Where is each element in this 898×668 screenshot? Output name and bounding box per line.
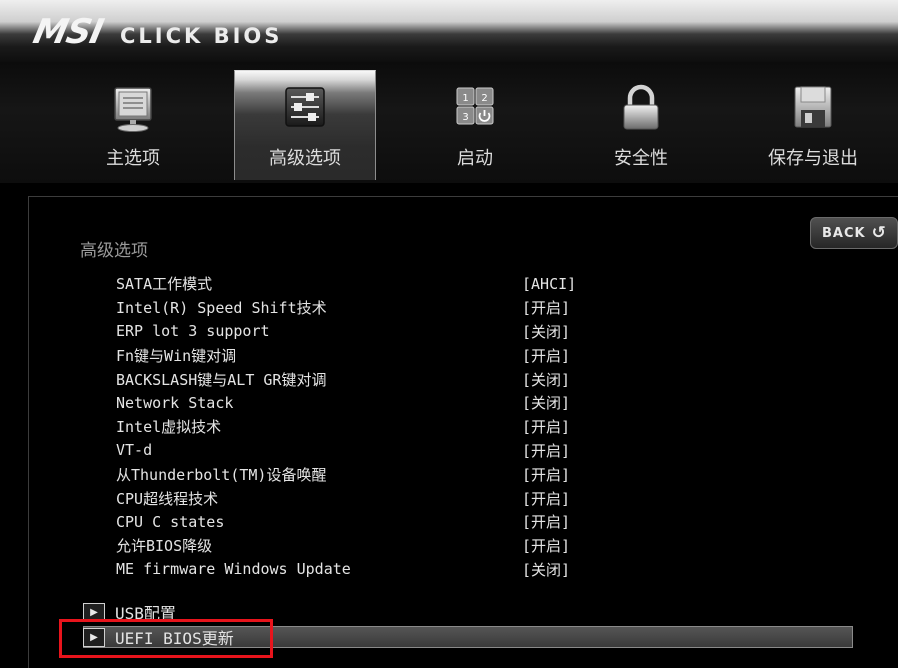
setting-name: CPU超线程技术 [116, 489, 219, 508]
setting-value: [开启] [522, 465, 571, 484]
setting-network-stack[interactable]: Network Stack [关闭] [116, 391, 596, 415]
submenu-arrow-icon: ▶ [83, 627, 105, 647]
setting-name: BACKSLASH键与ALT GR键对调 [116, 370, 327, 389]
svg-text:1: 1 [462, 93, 468, 104]
tab-save-exit-label: 保存与退出 [768, 148, 858, 169]
setting-name: ERP lot 3 support [116, 322, 270, 341]
setting-hyperthreading[interactable]: CPU超线程技术 [开启] [116, 486, 596, 510]
svg-text:2: 2 [481, 93, 487, 104]
setting-intel-virtualization[interactable]: Intel虚拟技术 [开启] [116, 415, 596, 439]
setting-erp-lot3[interactable]: ERP lot 3 support [关闭] [116, 320, 596, 344]
setting-value: [开启] [522, 513, 571, 532]
setting-value: [开启] [522, 489, 571, 508]
section-title: 高级选项 [80, 241, 148, 261]
tab-security-label: 安全性 [614, 148, 668, 169]
boot-keys-icon: 1 2 3 [456, 87, 494, 125]
setting-name: 从Thunderbolt(TM)设备唤醒 [116, 465, 327, 484]
back-button[interactable]: BACK ↺ [810, 217, 898, 249]
setting-name: VT-d [116, 441, 153, 460]
submenu-label: USB配置 [115, 604, 176, 623]
tab-main-label: 主选项 [106, 148, 160, 169]
tab-advanced[interactable]: 高级选项 [234, 70, 376, 180]
floppy-disk-icon [794, 86, 832, 128]
setting-name: Intel虚拟技术 [116, 418, 222, 437]
msi-logo: MSI CLICK BIOS [29, 12, 283, 52]
tab-boot-label: 启动 [457, 148, 493, 169]
product-name: CLICK BIOS [119, 24, 283, 48]
setting-value: [关闭] [522, 560, 571, 579]
setting-value: [开启] [522, 418, 571, 437]
tab-boot[interactable]: 1 2 3 启动 [404, 70, 546, 180]
setting-backslash-altgr-swap[interactable]: BACKSLASH键与ALT GR键对调 [关闭] [116, 367, 596, 391]
setting-name: Network Stack [116, 393, 234, 412]
tab-advanced-label: 高级选项 [269, 148, 341, 169]
submenu-arrow-icon: ▶ [83, 602, 105, 622]
setting-fn-win-swap[interactable]: Fn键与Win键对调 [开启] [116, 343, 596, 367]
back-button-label: BACK [822, 225, 866, 241]
setting-name: CPU C states [116, 512, 225, 531]
settings-sliders-icon [285, 87, 325, 127]
brand-logo-text: MSI [29, 12, 107, 52]
setting-value: [关闭] [522, 370, 571, 389]
setting-value: [关闭] [522, 394, 571, 413]
setting-name: 允许BIOS降级 [116, 537, 213, 556]
setting-thunderbolt-wake[interactable]: 从Thunderbolt(TM)设备唤醒 [开启] [116, 462, 596, 486]
setting-value: [关闭] [522, 322, 571, 341]
setting-value: [开启] [522, 441, 571, 460]
setting-value: [开启] [522, 299, 571, 318]
setting-value: [开启] [522, 346, 571, 365]
tab-security[interactable]: 安全性 [570, 70, 712, 180]
setting-name: ME firmware Windows Update [116, 560, 351, 579]
undo-arrow-icon: ↺ [871, 223, 887, 243]
monitor-icon [114, 87, 152, 132]
setting-me-firmware-update[interactable]: ME firmware Windows Update [关闭] [116, 558, 596, 582]
tab-main[interactable]: 主选项 [62, 70, 204, 180]
setting-name: SATA工作模式 [116, 275, 213, 294]
settings-list: SATA工作模式 [AHCI] Intel(R) Speed Shift技术 [开启… [116, 272, 596, 581]
setting-name: Intel(R) Speed Shift技术 [116, 299, 327, 318]
setting-bios-downgrade[interactable]: 允许BIOS降级 [开启] [116, 534, 596, 558]
main-tabs: 主选项 高级选项 1 2 3 启动 安全性 保存与退出 [0, 70, 898, 180]
padlock-icon [623, 84, 659, 130]
setting-value: [AHCI] [522, 274, 577, 293]
setting-vt-d[interactable]: VT-d [开启] [116, 439, 596, 463]
setting-sata-mode[interactable]: SATA工作模式 [AHCI] [116, 272, 596, 296]
svg-text:3: 3 [462, 112, 468, 123]
setting-name: Fn键与Win键对调 [116, 346, 237, 365]
tab-save-exit[interactable]: 保存与退出 [742, 70, 884, 180]
submenu-label: UEFI BIOS更新 [115, 629, 234, 648]
setting-speed-shift[interactable]: Intel(R) Speed Shift技术 [开启] [116, 296, 596, 320]
setting-cpu-c-states[interactable]: CPU C states [开启] [116, 510, 596, 534]
bios-header: MSI CLICK BIOS 主选项 高级选项 1 2 3 启动 安全性 保存与… [0, 0, 898, 183]
submenu-usb-config[interactable]: ▶ USB配置 [83, 601, 853, 623]
submenu-uefi-bios-update[interactable]: ▶ UEFI BIOS更新 [83, 626, 853, 648]
setting-value: [开启] [522, 537, 571, 556]
